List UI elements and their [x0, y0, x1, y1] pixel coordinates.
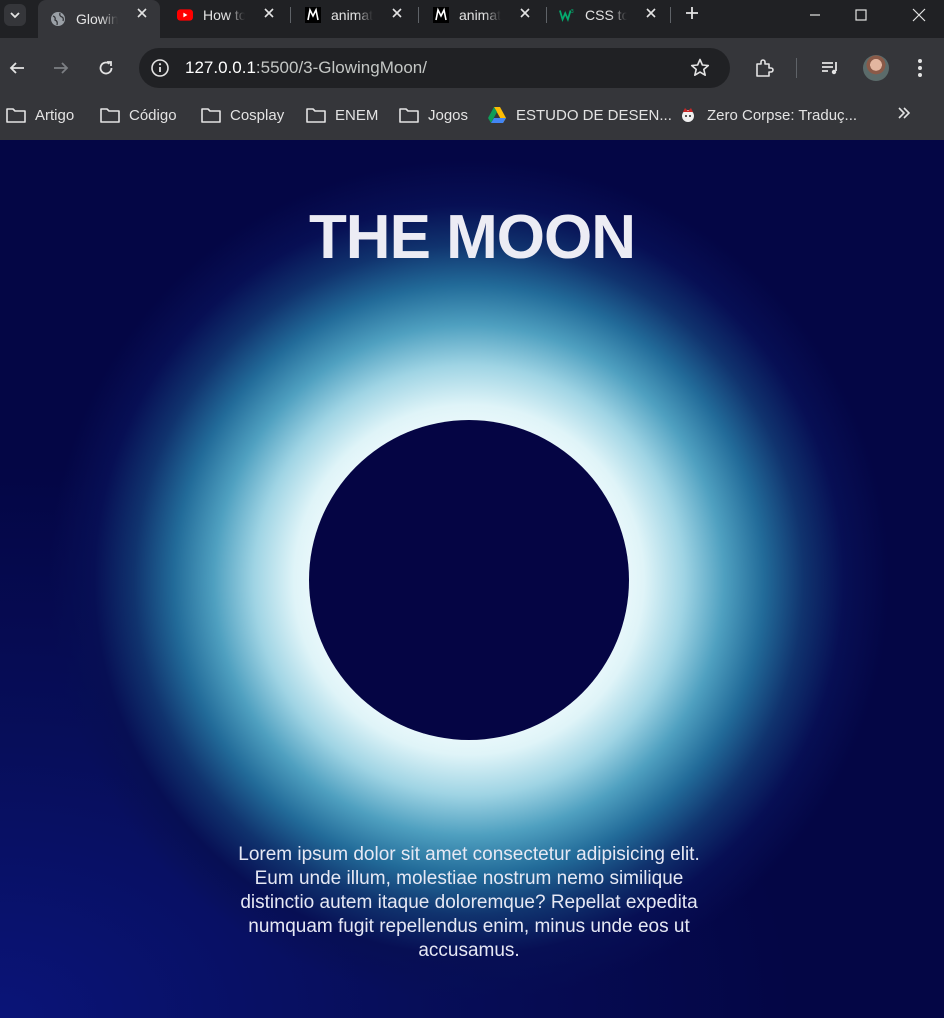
playlist-icon: [822, 62, 837, 75]
close-icon: [137, 8, 147, 18]
folder-icon: [200, 106, 222, 124]
browser-toolbar: 127.0.0.1:5500/3-GlowingMoon/: [0, 38, 944, 98]
plus-icon: [686, 7, 698, 19]
more-vert-icon: [918, 59, 922, 77]
folder-icon: [99, 106, 121, 124]
m-logo-icon: [433, 7, 449, 23]
double-chevron-right-icon: [898, 107, 911, 119]
tab-title: How to: [203, 7, 245, 23]
youtube-icon: [177, 7, 193, 23]
moon-circle: [309, 420, 629, 740]
minimize-button[interactable]: [792, 0, 838, 30]
tab-separator: [290, 7, 291, 23]
new-tab-button[interactable]: [680, 3, 704, 27]
tab-youtube[interactable]: How to: [165, 0, 287, 30]
url-host: 127.0.0.1: [185, 58, 256, 77]
chevron-down-icon: [10, 12, 20, 19]
tab-title: CSS to: [585, 7, 627, 23]
bookmark-label: ESTUDO DE DESEN...: [516, 106, 672, 124]
back-button[interactable]: [3, 54, 31, 82]
folder-icon: [305, 106, 327, 124]
more-bookmarks-button[interactable]: [893, 104, 915, 126]
extensions-button[interactable]: [750, 54, 778, 82]
w3schools-icon: 3: [559, 7, 575, 23]
folder-icon: [398, 106, 420, 124]
tab-close-button[interactable]: [517, 7, 533, 23]
bookmarks-bar: Artigo Código Cosplay ENEM Jogos ESTUDO …: [0, 98, 944, 140]
bookmark-label: Zero Corpse: Traduç...: [707, 106, 858, 124]
close-window-button[interactable]: [896, 0, 942, 30]
close-icon: [264, 8, 274, 18]
bookmark-label: Código: [129, 106, 177, 124]
tab-separator: [418, 7, 419, 23]
close-icon: [646, 8, 656, 18]
bookmark-zero-corpse[interactable]: Zero Corpse: Traduç...: [677, 98, 857, 132]
address-bar[interactable]: 127.0.0.1:5500/3-GlowingMoon/: [139, 48, 730, 88]
globe-icon: [50, 11, 66, 27]
folder-icon: [5, 106, 27, 124]
bookmark-label: Jogos: [428, 106, 469, 124]
forward-button[interactable]: [47, 54, 75, 82]
maximize-button[interactable]: [838, 0, 884, 30]
arrow-right-icon: [54, 62, 69, 74]
arrow-left-icon: [9, 62, 24, 74]
bookmark-cosplay[interactable]: Cosplay: [200, 98, 284, 132]
close-icon: [912, 8, 926, 22]
menu-button[interactable]: [906, 54, 934, 82]
toolbar-separator: [796, 58, 797, 78]
bookmark-artigo[interactable]: Artigo: [5, 98, 74, 132]
tab-title: animation: [331, 7, 373, 23]
google-drive-icon: [486, 106, 508, 124]
page-paragraph: Lorem ipsum dolor sit amet consectetur a…: [238, 844, 700, 961]
site-favicon-icon: [677, 106, 699, 124]
reload-icon: [99, 61, 113, 75]
url-path: :5500/3-GlowingMoon/: [255, 58, 427, 77]
page-title: THE MOON: [308, 203, 636, 272]
tab-close-button[interactable]: [389, 7, 405, 23]
profile-avatar[interactable]: [863, 55, 889, 81]
tab-search-button[interactable]: [4, 4, 26, 26]
tab-animation-1[interactable]: animation: [293, 0, 415, 30]
tab-title: Glowing Moon: [76, 11, 118, 27]
reload-button[interactable]: [92, 54, 120, 82]
bookmark-label: ENEM: [335, 106, 379, 124]
maximize-icon: [855, 9, 867, 21]
tab-close-button[interactable]: [261, 7, 277, 23]
media-control-button[interactable]: [816, 54, 844, 82]
tab-separator: [670, 7, 671, 23]
tab-strip: Glowing Moon How to animation animation: [0, 0, 944, 38]
minimize-icon: [810, 14, 820, 16]
tab-close-button[interactable]: [643, 7, 659, 23]
tab-title: animation: [459, 7, 501, 23]
tab-glowing-moon[interactable]: Glowing Moon: [38, 0, 160, 38]
bookmark-codigo[interactable]: Código: [99, 98, 177, 132]
bookmark-label: Cosplay: [230, 106, 285, 124]
close-icon: [392, 8, 402, 18]
tab-animation-2[interactable]: animation: [421, 0, 543, 30]
bookmark-star-icon[interactable]: [688, 56, 712, 80]
site-info-icon[interactable]: [149, 57, 171, 79]
bookmark-estudo[interactable]: ESTUDO DE DESEN...: [486, 98, 672, 132]
tab-css[interactable]: 3 CSS to: [547, 0, 669, 30]
m-logo-icon: [305, 7, 321, 23]
tab-close-button[interactable]: [134, 7, 150, 23]
bookmark-enem[interactable]: ENEM: [305, 98, 378, 132]
puzzle-icon: [756, 59, 774, 77]
bookmark-jogos[interactable]: Jogos: [398, 98, 468, 132]
close-icon: [520, 8, 530, 18]
bookmark-label: Artigo: [35, 106, 75, 124]
svg-text:3: 3: [571, 9, 574, 15]
url-text[interactable]: 127.0.0.1:5500/3-GlowingMoon/: [185, 58, 427, 78]
page-viewport: THE MOON Lorem ipsum dolor sit amet cons…: [0, 140, 944, 1018]
